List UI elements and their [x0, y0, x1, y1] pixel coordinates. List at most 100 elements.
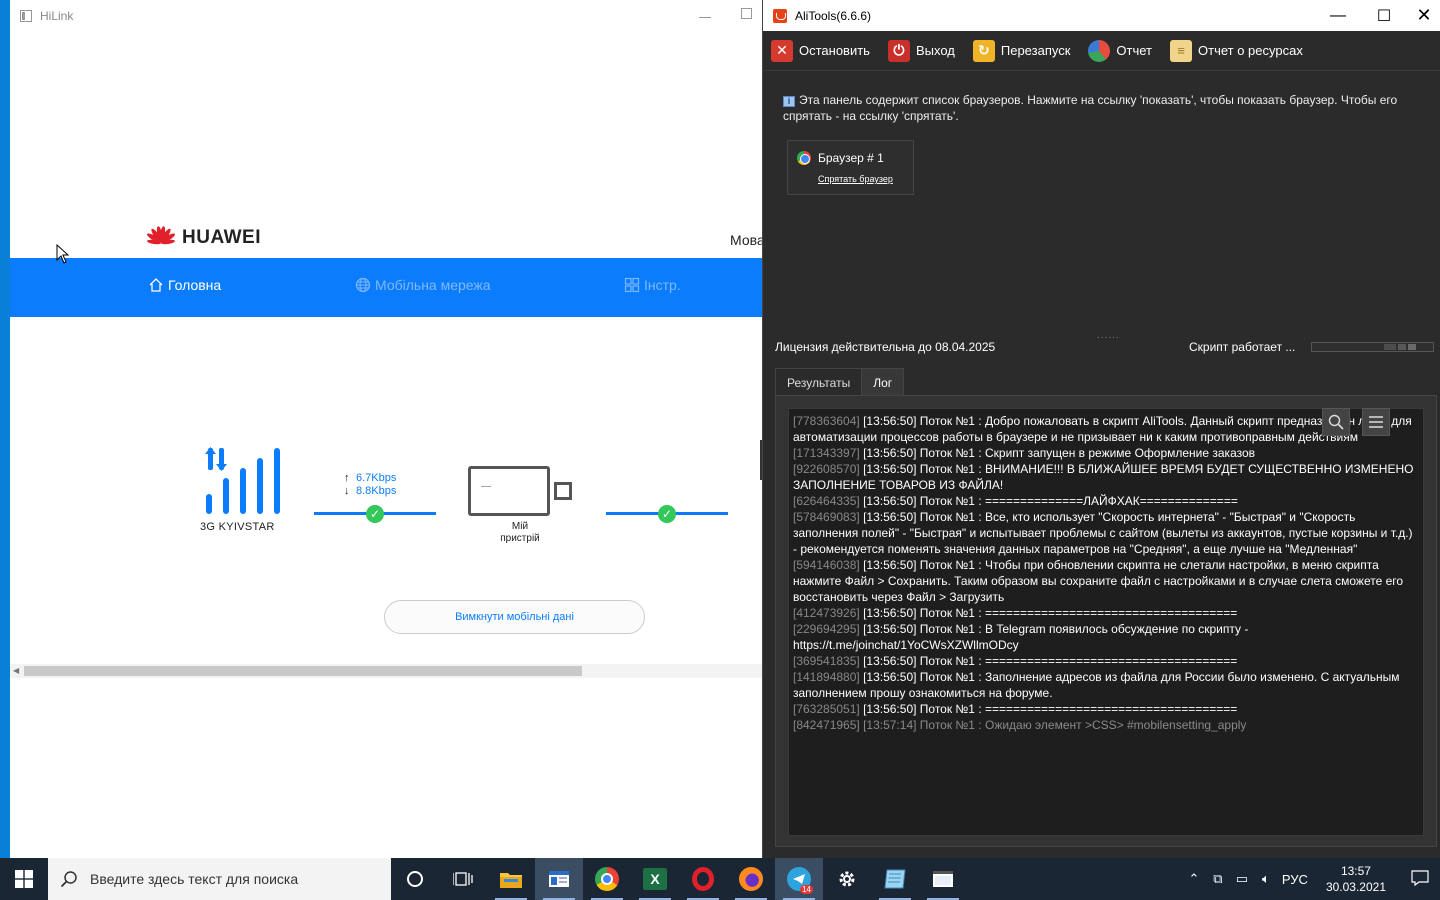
hilink-window-title: HiLink: [40, 9, 74, 23]
taskbar-opera[interactable]: [679, 858, 727, 900]
stop-button-label: Остановить: [799, 43, 870, 58]
progress-segment: [1398, 344, 1406, 350]
report-button-label: Отчет: [1116, 43, 1152, 58]
log-line: [626464335] [13:56:50] Поток №1 : ======…: [793, 493, 1419, 509]
progress-segment: [1384, 344, 1396, 350]
hilink-nav-bar: Головна Мобільна мережа Інстр.: [10, 258, 762, 317]
taskbar: Введите здесь текст для поиска X 14 ⌃ ⧉ …: [0, 858, 1440, 900]
info-text: Эта панель содержит список браузеров. На…: [783, 93, 1398, 123]
device-label[interactable]: Мій пристрій: [490, 521, 550, 545]
volume-icon[interactable]: 🔈︎: [1254, 871, 1278, 887]
usb-plug-icon: [554, 482, 572, 500]
maximize-button[interactable]: [741, 8, 752, 19]
log-line: [922608570] [13:56:50] Поток №1 : ВНИМАН…: [793, 461, 1419, 493]
log-line-text: [13:56:50] Поток №1 : Чтобы при обновлен…: [793, 558, 1404, 604]
taskbar-hilink-window[interactable]: [535, 858, 583, 900]
scrollbar-thumb[interactable]: [24, 666, 582, 676]
nav-tools[interactable]: Інстр.: [624, 277, 681, 293]
home-icon: [149, 278, 163, 292]
taskbar-window-app[interactable]: [919, 858, 967, 900]
browser-name: Браузер # 1: [818, 151, 884, 165]
log-line-text: [13:56:50] Поток №1 : ВНИМАНИЕ!!! В БЛИЖ…: [793, 462, 1414, 492]
script-status: Скрипт работает ...: [1189, 340, 1296, 354]
clock[interactable]: 13:57 30.03.2021: [1312, 863, 1400, 895]
log-line-id: [842471965]: [793, 718, 860, 732]
cortana-button[interactable]: [391, 858, 439, 900]
taskbar-settings[interactable]: [823, 858, 871, 900]
log-line-id: [594146038]: [793, 558, 860, 572]
log-line: [594146038] [13:56:50] Поток №1 : Чтобы …: [793, 557, 1419, 605]
search-icon: [1328, 414, 1344, 430]
close-button[interactable]: ✕: [1401, 0, 1440, 31]
alitools-titlebar[interactable]: AliTools(6.6.6) — ☐ ✕: [763, 0, 1440, 31]
log-line-id: [778363604]: [793, 414, 860, 428]
tab-results[interactable]: Результаты: [775, 368, 863, 396]
hilink-titlebar[interactable]: HiLink: [10, 0, 762, 32]
minimize-button[interactable]: —: [1315, 0, 1361, 31]
device-label-line1: Мій: [511, 521, 529, 532]
network-icon[interactable]: ▭: [1230, 871, 1254, 887]
huawei-logo[interactable]: HUAWEI: [144, 226, 261, 250]
log-line-id: [369541835]: [793, 654, 860, 668]
gear-icon: [839, 871, 855, 887]
stop-button[interactable]: ✕ Остановить: [771, 39, 870, 62]
notification-icon: [1411, 869, 1429, 886]
power-icon: ⏻: [887, 39, 910, 62]
horizontal-scrollbar[interactable]: ◀: [10, 664, 762, 678]
log-line-id: [412473926]: [793, 606, 860, 620]
network-drive-icon[interactable]: ⧉: [1206, 871, 1230, 887]
log-menu-button[interactable]: [1362, 408, 1390, 436]
alitools-window: AliTools(6.6.6) — ☐ ✕ ✕ Остановить ⏻ Вых…: [762, 0, 1440, 858]
excel-icon: X: [643, 868, 667, 890]
nav-home-label: Головна: [168, 277, 222, 293]
taskbar-chrome[interactable]: [583, 858, 631, 900]
task-view-button[interactable]: [439, 858, 487, 900]
taskbar-telegram[interactable]: 14: [775, 858, 823, 900]
log-line-text: [13:56:50] Поток №1 : ==================…: [859, 606, 1238, 620]
log-line-text: [13:57:14] Поток №1 : Ожидаю элемент >CS…: [859, 718, 1247, 732]
device-label-line2: пристрій: [500, 533, 540, 544]
language-indicator[interactable]: РУС: [1278, 872, 1312, 887]
restart-button-label: Перезапуск: [1000, 43, 1071, 58]
minimize-button[interactable]: [699, 8, 711, 18]
log-line: [369541835] [13:56:50] Поток №1 : ======…: [793, 653, 1419, 669]
log-line: [141894880] [13:56:50] Поток №1 : Заполн…: [793, 669, 1419, 701]
chevron-up-icon[interactable]: ⌃: [1182, 871, 1206, 887]
taskbar-firefox[interactable]: [727, 858, 775, 900]
log-search-button[interactable]: [1322, 408, 1350, 436]
arrow-up-icon: ↑: [344, 472, 350, 484]
start-button[interactable]: [0, 858, 48, 900]
notification-button[interactable]: [1400, 869, 1440, 889]
restart-button[interactable]: ↻ Перезапуск: [972, 39, 1071, 62]
log-line: [763285051] [13:56:50] Поток №1 : ======…: [793, 701, 1419, 717]
language-selector[interactable]: Мова: [730, 232, 762, 248]
opera-icon: [692, 867, 714, 891]
log-line-text: [13:56:50] Поток №1 : ==================…: [859, 654, 1238, 668]
exit-button[interactable]: ⏻ Выход: [887, 39, 955, 62]
panel-splitter[interactable]: ......: [1097, 330, 1120, 341]
nav-home[interactable]: Головна: [148, 277, 221, 293]
taskbar-excel[interactable]: X: [631, 858, 679, 900]
nav-mobile-network[interactable]: Мобільна мережа: [355, 277, 491, 293]
log-area[interactable]: [778363604] [13:56:50] Поток №1 : Добро …: [788, 408, 1424, 836]
taskbar-explorer[interactable]: [487, 858, 535, 900]
activity-progress-bar: [1311, 342, 1434, 352]
hilink-window-controls: [699, 8, 752, 19]
log-line-text: [13:56:50] Поток №1 : В Telegram появило…: [793, 622, 1249, 652]
log-line-id: [763285051]: [793, 702, 860, 716]
firefox-icon: [739, 867, 763, 891]
tab-log[interactable]: Лог: [861, 368, 905, 396]
log-line: [171343397] [13:56:50] Поток №1 : Скрипт…: [793, 445, 1419, 461]
log-line-text: [13:56:50] Поток №1 : ==============ЛАЙФ…: [859, 494, 1238, 508]
carrier-label: 3G KYIVSTAR: [200, 521, 275, 533]
taskbar-alitools[interactable]: [871, 858, 919, 900]
browser-card: Браузер # 1 Спрятать браузер: [787, 140, 914, 195]
report-button[interactable]: Отчет: [1088, 39, 1152, 62]
resource-report-button[interactable]: ≡ Отчет о ресурсах: [1170, 39, 1303, 62]
globe-icon: [355, 277, 371, 293]
check-icon: ✓: [366, 505, 384, 523]
taskbar-search-input[interactable]: Введите здесь текст для поиска: [48, 858, 391, 900]
hide-browser-link[interactable]: Спрятать браузер: [818, 174, 893, 184]
scroll-left-icon[interactable]: ◀: [13, 666, 19, 675]
mobile-data-toggle-button[interactable]: Вимкнути мобільні дані: [384, 600, 645, 634]
